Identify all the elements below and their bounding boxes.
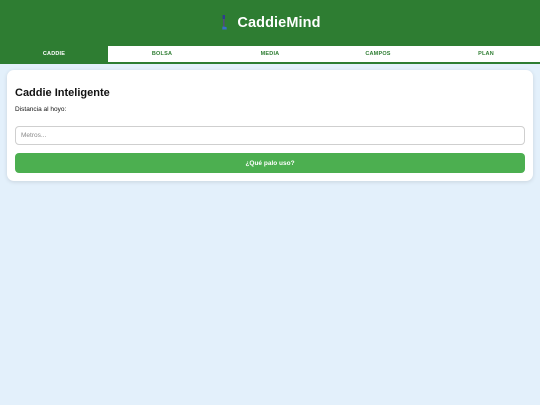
app-title: CaddieMind: [237, 15, 321, 31]
card-title: Caddie Inteligente: [15, 87, 110, 99]
caddie-card: Caddie Inteligente Distancia al hoyo: ¿Q…: [7, 70, 533, 181]
which-club-button[interactable]: ¿Qué palo uso?: [15, 153, 525, 173]
distance-label: Distancia al hoyo:: [15, 106, 67, 113]
tab-plan[interactable]: PLAN: [432, 46, 540, 62]
nav-tabs: CADDIE BOLSA MEDIA CAMPOS PLAN: [0, 46, 540, 64]
tab-media[interactable]: MEDIA: [216, 46, 324, 62]
tab-caddie[interactable]: CADDIE: [0, 46, 108, 62]
distance-input[interactable]: [15, 126, 525, 145]
tab-bolsa[interactable]: BOLSA: [108, 46, 216, 62]
golf-club-icon: [222, 15, 228, 30]
tab-campos[interactable]: CAMPOS: [324, 46, 432, 62]
app-header: CaddieMind: [0, 0, 540, 46]
